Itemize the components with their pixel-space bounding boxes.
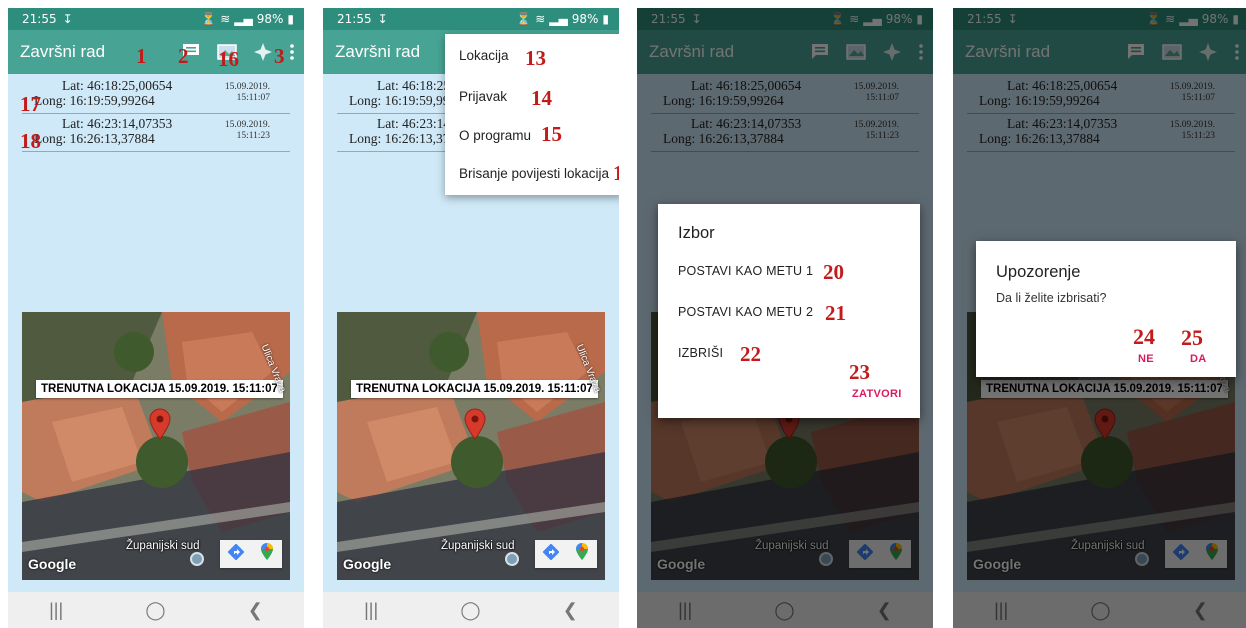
home-icon[interactable]: ◯ — [145, 600, 165, 621]
map-toolbar — [535, 540, 597, 568]
latitude: Lat: 46:23:14,07353 — [62, 116, 173, 131]
annotation-number: 1 — [136, 44, 147, 68]
home-icon[interactable]: ◯ — [460, 600, 480, 621]
directions-icon[interactable] — [227, 543, 244, 565]
warning-dialog: Upozorenje Da li želite izbrisati? NE DA — [976, 241, 1236, 377]
download-icon: ↧ — [62, 12, 73, 26]
map-view[interactable]: TRENUTNA LOKACIJA 15.09.2019. 15:11:07 Ž… — [22, 312, 290, 580]
annotation-number: 13 — [525, 46, 546, 70]
annotation-number: 23 — [849, 360, 870, 384]
annotation-number: 19 — [613, 161, 619, 185]
back-icon[interactable]: ❮ — [248, 600, 263, 621]
app-bar: Završni rad — [8, 30, 304, 74]
poi-marker-icon — [505, 552, 519, 566]
clock: 21:55 — [22, 12, 57, 26]
annotation-number: 24 — [1133, 324, 1155, 349]
alarm-icon: ⏳ — [201, 12, 217, 26]
alarm-icon: ⏳ — [516, 12, 532, 26]
map-toolbar — [220, 540, 282, 568]
location-pin-icon[interactable] — [149, 408, 171, 445]
overflow-menu-icon[interactable] — [288, 41, 296, 63]
timestamp: 15.09.2019.15:11:23 — [224, 120, 270, 141]
location-pin-icon[interactable] — [464, 408, 486, 445]
clock: 21:55 — [337, 12, 372, 26]
annotation-number: 22 — [740, 342, 761, 366]
timestamp: 15.09.2019.15:11:07 — [224, 82, 270, 103]
annotation-number: 16 — [218, 47, 239, 71]
google-maps-icon[interactable] — [259, 542, 275, 566]
recents-icon[interactable]: ||| — [364, 600, 378, 621]
annotation-number: 2 — [178, 44, 189, 68]
dialog-message: Da li želite izbrisati? — [996, 291, 1107, 305]
app-title: Završni rad — [335, 42, 421, 61]
recents-icon[interactable]: ||| — [49, 600, 63, 621]
annotation-number: 25 — [1181, 325, 1203, 350]
annotation-number: 21 — [825, 301, 846, 325]
screen-izbor-dialog: 21:55 ↧ ⏳ ≋ ▂▄ 98% ▮ Završni rad Lat: 46… — [637, 8, 933, 628]
annotation-number: 15 — [541, 122, 562, 146]
street-label: Županijski sud — [126, 540, 200, 552]
street-label: Županijski sud — [441, 540, 515, 552]
wifi-icon: ≋ — [220, 12, 231, 26]
dialog-title: Izbor — [678, 224, 715, 242]
close-button[interactable]: ZATVORI — [852, 388, 902, 400]
dialog-title: Upozorenje — [996, 263, 1081, 281]
battery-percent: 98% — [571, 12, 599, 26]
annotation-number: 17 — [20, 92, 41, 116]
option-set-target-1[interactable]: POSTAVI KAO METU 1 — [678, 264, 813, 278]
option-set-target-2[interactable]: POSTAVI KAO METU 2 — [678, 305, 813, 319]
screen-warning-dialog: 21:55 ↧ ⏳ ≋ ▂▄ 98% ▮ Završni rad Lat: 46… — [953, 8, 1246, 628]
latitude: Lat: 46:18:25,00654 — [62, 78, 173, 93]
nav-bar: ||| ◯ ❮ — [8, 592, 304, 628]
battery-icon: ▮ — [602, 12, 609, 26]
nav-bar: ||| ◯ ❮ — [323, 592, 619, 628]
battery-icon: ▮ — [287, 12, 294, 26]
location-row[interactable]: Lat: 46:23:14,07353 Long: 16:26:13,37884… — [22, 114, 290, 152]
screen-main: 21:55 ↧ ⏳ ≋ ▂▄ 98% ▮ Završni rad Lat: 46… — [8, 8, 304, 628]
longitude: Long: 16:26:13,37884 — [34, 131, 155, 146]
map-view[interactable]: TRENUTNA LOKACIJA 15.09.2019. 15:11:07 Ž… — [337, 312, 605, 580]
izbor-dialog: Izbor POSTAVI KAO METU 1 POSTAVI KAO MET… — [658, 204, 920, 418]
no-button[interactable]: NE — [1138, 353, 1154, 365]
annotation-number: 14 — [531, 86, 552, 110]
google-logo: Google — [343, 556, 392, 572]
annotation-number: 18 — [20, 129, 41, 153]
battery-percent: 98% — [256, 12, 284, 26]
menu-item-brisanje-povijesti[interactable]: Brisanje povijesti lokacija — [459, 166, 609, 181]
location-tooltip: TRENUTNA LOKACIJA 15.09.2019. 15:11:07 — [36, 380, 283, 398]
annotation-number: 20 — [823, 260, 844, 284]
poi-marker-icon — [190, 552, 204, 566]
directions-icon[interactable] — [542, 543, 559, 565]
menu-item-o-programu[interactable]: O programu — [459, 128, 531, 143]
screen-menu: 21:55 ↧ ⏳ ≋ ▂▄ 98% ▮ Završni rad Lat: 46… — [323, 8, 619, 628]
menu-item-prijavak[interactable]: Prijavak — [459, 89, 507, 104]
back-icon[interactable]: ❮ — [563, 600, 578, 621]
status-bar: 21:55 ↧ ⏳ ≋ ▂▄ 98% ▮ — [8, 8, 304, 30]
download-icon: ↧ — [377, 12, 388, 26]
option-delete[interactable]: IZBRIŠI — [678, 346, 723, 360]
signal-icon: ▂▄ — [549, 12, 568, 26]
app-title: Završni rad — [20, 42, 106, 61]
yes-button[interactable]: DA — [1190, 353, 1207, 365]
menu-item-lokacija[interactable]: Lokacija — [459, 48, 509, 63]
location-tooltip: TRENUTNA LOKACIJA 15.09.2019. 15:11:07 — [351, 380, 598, 398]
google-maps-icon[interactable] — [574, 542, 590, 566]
status-bar: 21:55 ↧ ⏳ ≋ ▂▄ 98% ▮ — [323, 8, 619, 30]
annotation-number: 3 — [274, 44, 285, 68]
google-logo: Google — [28, 556, 77, 572]
longitude: Long: 16:19:59,99264 — [34, 93, 155, 108]
signal-icon: ▂▄ — [234, 12, 253, 26]
compass-icon[interactable] — [252, 41, 274, 63]
location-row[interactable]: Lat: 46:18:25,00654 Long: 16:19:59,99264… — [22, 76, 290, 114]
wifi-icon: ≋ — [535, 12, 546, 26]
